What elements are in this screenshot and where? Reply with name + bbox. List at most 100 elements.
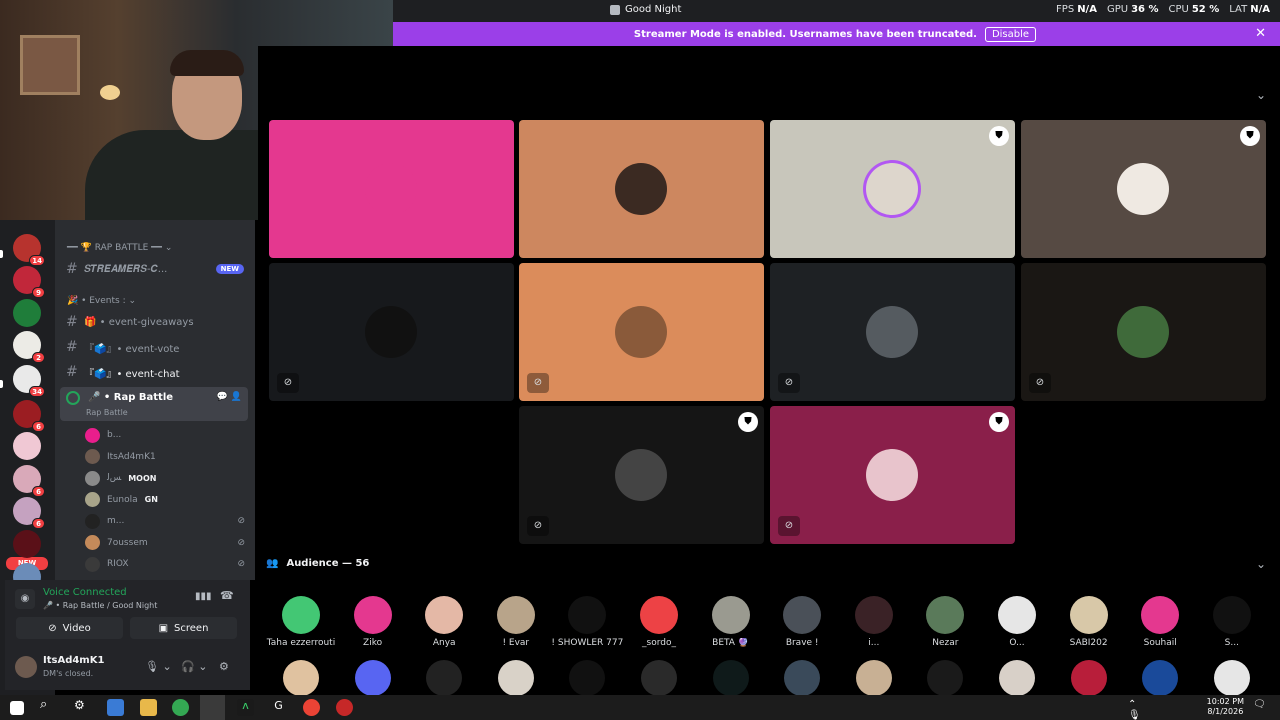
audience-member[interactable]: S... [1196,596,1268,648]
screen-button[interactable]: ▣ Screen [130,617,237,639]
voice-user-name: RIOX [107,559,129,569]
stage-icon [610,4,620,15]
chat-and-invite-icons[interactable]: 💬 👤 [217,392,242,402]
speaker-tile[interactable]: ⛊ ⊘ [519,406,764,544]
voice-channel-rap-battle[interactable]: 🎤 • Rap Battle Rap Battle 💬 👤 [60,387,248,421]
audience-member[interactable]: i... [838,596,910,648]
muted-icon: ⊘ [237,537,245,548]
audience-name: Anya [432,638,456,648]
mention-badge: 9 [32,287,45,298]
server-icon[interactable]: 2 [13,331,45,363]
audience-member[interactable]: _sordo_ [623,596,695,648]
audience-member[interactable]: Taha ezzerrouti [265,596,337,648]
server-icon[interactable]: 14 [13,234,45,266]
audience-member[interactable]: O... [981,596,1053,648]
gear-icon[interactable]: ⚙ [219,660,229,673]
speaker-avatar [615,306,667,358]
channel-streamers[interactable]: # 𝑺𝑻𝑹𝑬𝑨𝑴𝑬𝑹𝑺-𝑪... NEW [60,258,248,280]
mention-badge: 6 [32,518,45,529]
store-icon[interactable] [107,699,124,716]
audience-member[interactable]: Anya [408,596,480,648]
speaker-tile[interactable]: ⛊ ⊘ [770,406,1015,544]
windows-start-icon[interactable] [10,701,24,715]
server-icon[interactable]: 6 [13,400,45,432]
audience-member[interactable]: Nezar [909,596,981,648]
voice-user[interactable]: b... [85,425,245,445]
close-icon[interactable]: ✕ [1255,26,1266,41]
muted-mic-icon: ⊘ [778,373,800,393]
microphone-icon[interactable]: 🎙 ⌄ [145,660,172,673]
avatar [568,596,607,634]
username[interactable]: ItsAd4mK1 [43,655,104,666]
headphones-icon[interactable]: 🎧 ⌄ [181,660,207,673]
chrome-icon[interactable] [172,699,189,716]
voice-user[interactable]: Eunola GN [85,490,245,510]
tray-icons[interactable]: ⌃ 🎙 ▭ ⊡ 📶 🔊 [1128,699,1145,720]
people-icon: 👥 [266,558,279,569]
discord-taskbar-icon[interactable] [200,695,225,720]
audience-member[interactable]: ! Evar [480,596,552,648]
audience-name: i... [868,638,880,648]
channel-event-vote[interactable]: # 『🗳️』• event-vote [60,336,248,358]
server-icon[interactable]: 6 [13,465,45,497]
connection-icon[interactable]: ◉ [15,589,35,609]
speaker-tile[interactable]: ⊘ [519,263,764,401]
audience-member[interactable]: Souhail [1124,596,1196,648]
chevron-down-icon[interactable]: ⌄ [1256,557,1266,571]
user-tag: MOON [128,473,157,483]
clock-date: 8/1/2026 [1207,707,1244,716]
app-icon-2[interactable] [336,699,353,716]
voice-user[interactable]: ﺲﻟ MOON [85,468,245,488]
settings-icon[interactable]: ⚙ [74,698,91,715]
voice-user[interactable]: 7oussem ⊘ [85,533,245,553]
speaker-tile[interactable]: ⊘ [770,263,1015,401]
unread-indicator [0,250,3,258]
audience-member[interactable]: ! SHOWLER 777 [551,596,623,648]
chrome-icon-2[interactable] [303,699,320,716]
voice-user[interactable]: RIOX ⊘ [85,554,245,574]
voice-user[interactable]: ItsAd4mK1 [85,447,245,467]
server-icon[interactable] [13,530,41,558]
speaker-tile[interactable]: ⛊ [770,120,1015,258]
video-button[interactable]: ⊘ Video [16,617,123,639]
audience-name: O... [1009,638,1025,648]
avatar [85,449,100,464]
disconnect-icon[interactable]: ☎ [220,589,234,602]
avatar [354,660,391,696]
category-events[interactable]: 🎉 • Events : ⌄ [67,296,136,306]
audience-name: SABI202 [1069,638,1108,648]
server-icon[interactable]: 9 [13,266,45,298]
server-icon[interactable] [13,299,41,327]
audience-member[interactable]: Ziko [337,596,409,648]
server-icon[interactable]: 6 [13,497,45,529]
avatar [711,596,750,634]
speaker-tile[interactable] [269,120,514,258]
speaker-tile[interactable]: ⛊ [1021,120,1266,258]
speaker-tile[interactable]: ⊘ [1021,263,1266,401]
terminal-icon[interactable]: ʌ [237,699,254,716]
server-icon[interactable] [13,432,41,460]
avatar[interactable] [15,656,37,678]
audience-member[interactable]: SABI202 [1053,596,1125,648]
clock[interactable]: 10:02 PM 8/1/2026 [1207,697,1244,717]
chevron-down-icon[interactable]: ⌄ [1256,88,1266,102]
server-icon[interactable]: 34 [13,365,45,397]
audience-member[interactable]: BETA 🔮 [695,596,767,648]
notification-icon[interactable]: 🗨 [1253,699,1270,716]
disable-button[interactable]: Disable [984,26,1037,42]
voice-connected-title[interactable]: Voice Connected [43,587,127,598]
speaker-tile[interactable] [519,120,764,258]
audience-name: S... [1224,638,1239,648]
voice-user[interactable]: m... ⊘ [85,511,245,531]
app-icon[interactable]: G [270,699,287,716]
channel-event-giveaways[interactable]: # 🎁 • event-giveaways [60,311,248,333]
channel-event-chat[interactable]: # 『🗳️』• event-chat [60,361,248,383]
voice-channel-topic: Rap Battle [86,408,128,417]
audience-member[interactable]: Brave ! [766,596,838,648]
speaker-tile[interactable]: ⊘ [269,263,514,401]
discord-window: Good Night FPS N/A GPU 36 % CPU 52 % LAT N/A… [0,0,1280,720]
search-icon[interactable]: ⌕ [40,697,57,714]
file-explorer-icon[interactable] [140,699,157,716]
category-rap-battle[interactable]: ━━ 🏆 RAP BATTLE ━━ ⌄ [67,243,172,253]
soundboard-icon[interactable]: ▮▮▮ [195,591,212,602]
